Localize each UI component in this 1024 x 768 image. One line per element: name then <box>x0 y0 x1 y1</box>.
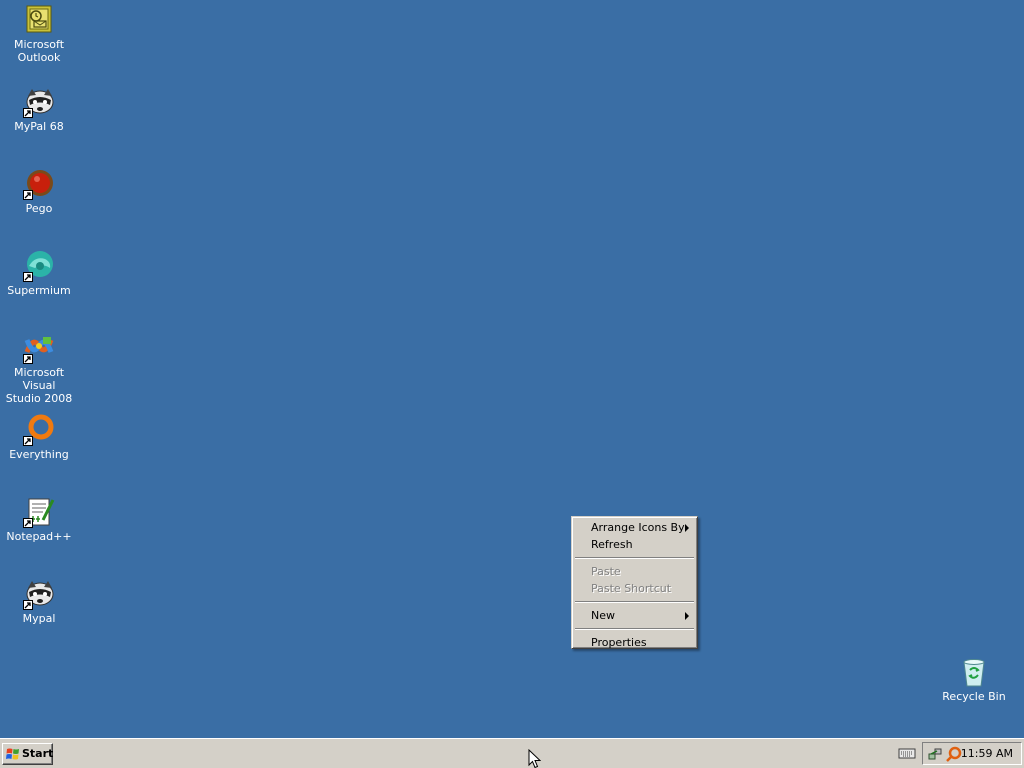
desktop-icon-label: Notepad++ <box>6 530 72 543</box>
keyboard-icon[interactable] <box>898 746 916 760</box>
desktop-icon-mypal-68[interactable]: MyPal 68 <box>0 86 78 133</box>
menu-item-new[interactable]: New <box>574 607 695 624</box>
desktop-icon-label: Mypal <box>22 612 56 625</box>
menu-item-refresh[interactable]: Refresh <box>574 536 695 553</box>
shortcut-arrow-icon <box>23 190 33 200</box>
desktop-icon-mypal[interactable]: Mypal <box>0 578 78 625</box>
desktop-icon-label: Everything <box>9 448 69 461</box>
visual-studio-icon <box>23 332 55 364</box>
desktop-icon-label: Supermium <box>7 284 71 297</box>
desktop-icon-recycle-bin[interactable]: Recycle Bin <box>935 656 1013 703</box>
desktop-icon-visual-studio-2008[interactable]: Microsoft Visual Studio 2008 <box>0 332 78 405</box>
pego-icon <box>23 168 55 200</box>
shortcut-arrow-icon <box>23 436 33 446</box>
start-button[interactable]: Start <box>2 743 53 765</box>
desktop-icon-pego[interactable]: Pego <box>0 168 78 215</box>
shortcut-arrow-icon <box>23 518 33 528</box>
menu-separator <box>575 601 694 603</box>
desktop-icon-everything[interactable]: Everything <box>0 414 78 461</box>
menu-item-label: Paste Shortcut <box>591 582 672 595</box>
taskbar-clock[interactable]: 11:59 AM <box>961 743 1013 764</box>
desktop-icon-supermium[interactable]: Supermium <box>0 250 78 297</box>
mouse-cursor-icon <box>528 749 541 768</box>
start-button-label: Start <box>22 747 54 760</box>
desktop-icon-label: MyPal 68 <box>14 120 64 133</box>
submenu-arrow-icon <box>685 612 689 620</box>
system-tray: 11:59 AM <box>922 742 1022 765</box>
raccoon-icon <box>23 578 55 610</box>
search-icon[interactable] <box>946 746 962 762</box>
desktop-icon-label: Microsoft <box>13 38 65 51</box>
taskbar: Start <box>0 738 1024 768</box>
windows-logo-icon <box>6 748 19 760</box>
outlook-icon <box>23 4 55 36</box>
supermium-icon <box>23 250 55 282</box>
desktop-icon-notepad-plus-plus[interactable]: Notepad++ <box>0 496 78 543</box>
menu-separator <box>575 557 694 559</box>
desktop-icon-outlook[interactable]: Microsoft Outlook <box>0 4 78 64</box>
menu-item-paste: Paste <box>574 563 695 580</box>
menu-item-properties[interactable]: Properties <box>574 634 695 651</box>
menu-item-label: Refresh <box>591 538 633 551</box>
submenu-arrow-icon <box>685 524 689 532</box>
desktop-icon-label: Recycle Bin <box>942 690 1006 703</box>
menu-item-label: Paste <box>591 565 621 578</box>
notepad-plus-plus-icon <box>23 496 55 528</box>
desktop-icon-label: Studio 2008 <box>5 392 73 405</box>
raccoon-icon <box>23 86 55 118</box>
shortcut-arrow-icon <box>23 600 33 610</box>
desktop-icon-label: Pego <box>25 202 53 215</box>
menu-item-label: Arrange Icons By <box>591 521 685 534</box>
recycle-bin-icon <box>958 656 990 688</box>
shortcut-arrow-icon <box>23 354 33 364</box>
menu-item-paste-shortcut: Paste Shortcut <box>574 580 695 597</box>
menu-item-arrange-icons-by[interactable]: Arrange Icons By <box>574 519 695 536</box>
everything-icon <box>23 414 55 446</box>
network-icon[interactable] <box>927 746 943 762</box>
shortcut-arrow-icon <box>23 272 33 282</box>
menu-item-label: Properties <box>591 636 647 649</box>
desktop-context-menu: Arrange Icons By Refresh Paste Paste Sho… <box>571 516 698 649</box>
desktop[interactable]: Microsoft Outlook MyPal 68 Pego Supermiu… <box>0 0 1024 738</box>
menu-separator <box>575 628 694 630</box>
desktop-icon-label: Microsoft Visual <box>13 366 65 392</box>
menu-item-label: New <box>591 609 615 622</box>
shortcut-arrow-icon <box>23 108 33 118</box>
desktop-icon-label: Outlook <box>17 51 61 64</box>
